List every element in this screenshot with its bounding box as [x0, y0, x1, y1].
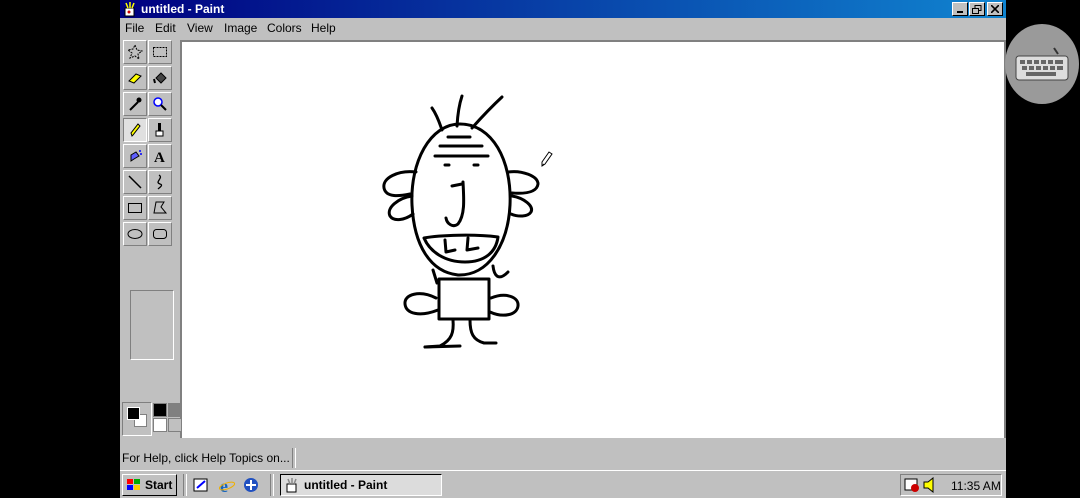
quicklaunch-internet-explorer[interactable]: e	[217, 475, 237, 495]
select-icon	[153, 47, 167, 57]
toolbox: A	[123, 40, 177, 390]
channels-icon	[244, 478, 258, 492]
tool-airbrush[interactable]	[123, 144, 147, 168]
menu-view[interactable]: View	[187, 21, 213, 35]
internet-explorer-icon: e	[218, 476, 236, 494]
color-palette	[120, 398, 1006, 438]
taskbar-clock[interactable]: 11:35 AM	[951, 479, 1001, 493]
close-icon	[991, 5, 999, 13]
palette-swatch-white[interactable]	[153, 418, 167, 432]
magnifier-icon	[153, 97, 167, 111]
polygon-icon	[153, 201, 168, 214]
tool-select[interactable]	[148, 40, 172, 64]
pencil-icon	[130, 123, 141, 137]
minimize-button[interactable]	[952, 2, 968, 16]
tool-free-form-select[interactable]	[123, 40, 147, 64]
line-icon	[128, 175, 142, 189]
palette-swatch-black[interactable]	[153, 403, 167, 417]
airbrush-icon	[130, 150, 142, 162]
paint-window: untitled - Paint File Edit View Image Co…	[120, 0, 1006, 470]
curve-icon	[157, 174, 163, 190]
restore-button[interactable]	[969, 2, 985, 16]
keyboard-icon	[1015, 47, 1069, 81]
eraser-icon	[128, 73, 142, 84]
tool-eraser[interactable]	[123, 66, 147, 90]
eyedropper-icon	[129, 97, 142, 111]
free-form-select-icon	[127, 44, 143, 60]
status-bar: For Help, click Help Topics on...	[120, 446, 1006, 470]
paint-task-icon	[286, 478, 297, 493]
tool-pick-color[interactable]	[123, 92, 147, 116]
drawing-doodle-figure	[382, 94, 540, 349]
system-tray: 11:35 AM	[900, 474, 1002, 496]
show-desktop-icon	[193, 478, 208, 492]
rounded-rectangle-icon	[153, 229, 167, 239]
menu-edit[interactable]: Edit	[155, 21, 176, 35]
start-button[interactable]: Start	[122, 474, 177, 496]
tool-brush[interactable]	[148, 118, 172, 142]
ellipse-icon	[127, 229, 143, 239]
quicklaunch-desktop[interactable]	[191, 475, 211, 495]
fill-bucket-icon	[153, 72, 167, 84]
text-a-icon: A	[154, 150, 165, 164]
title-bar[interactable]: untitled - Paint	[120, 0, 1006, 18]
menu-file[interactable]: File	[125, 21, 144, 35]
rectangle-icon	[128, 203, 142, 213]
status-help-text: For Help, click Help Topics on...	[122, 451, 290, 465]
menu-help[interactable]: Help	[311, 21, 336, 35]
tool-line[interactable]	[123, 170, 147, 194]
tool-magnifier[interactable]	[148, 92, 172, 116]
svg-text:A: A	[154, 150, 165, 164]
palette-swatch-silver[interactable]	[168, 418, 182, 432]
tool-ellipse[interactable]	[123, 222, 147, 246]
menu-colors[interactable]: Colors	[267, 21, 302, 35]
volume-speaker-icon[interactable]	[923, 477, 937, 493]
tool-rectangle[interactable]	[123, 196, 147, 220]
tray-scheduler-icon[interactable]	[904, 477, 922, 493]
quicklaunch-channels[interactable]	[241, 475, 261, 495]
tool-polygon[interactable]	[148, 196, 172, 220]
menu-bar: File Edit View Image Colors Help	[120, 18, 1006, 38]
restore-icon	[972, 4, 982, 14]
tool-text[interactable]: A	[148, 144, 172, 168]
tool-rounded-rectangle[interactable]	[148, 222, 172, 246]
canvas-area	[180, 40, 1006, 438]
tool-options-box[interactable]	[130, 290, 174, 360]
pencil-cursor-icon	[541, 151, 553, 167]
onscreen-keyboard-button[interactable]	[1005, 24, 1079, 104]
paint-app-icon	[124, 2, 135, 17]
taskbar-button-label: untitled - Paint	[304, 478, 388, 492]
palette-swatch-gray[interactable]	[168, 403, 182, 417]
minimize-icon	[957, 11, 963, 13]
foreground-color-swatch	[127, 407, 140, 420]
quicklaunch-divider	[183, 474, 187, 496]
taskbar-button-paint[interactable]: untitled - Paint	[280, 474, 442, 496]
tool-pencil[interactable]	[123, 118, 147, 142]
tool-fill-with-color[interactable]	[148, 66, 172, 90]
status-divider	[292, 448, 296, 468]
current-colors-selector[interactable]	[122, 402, 152, 436]
brush-icon	[155, 123, 164, 137]
window-title: untitled - Paint	[141, 2, 225, 16]
taskbar-divider	[270, 474, 274, 496]
start-label: Start	[145, 478, 173, 492]
drawing-canvas[interactable]	[182, 42, 1004, 438]
taskbar: Start e untitled - Paint 11:35 AM	[120, 470, 1006, 498]
tool-curve[interactable]	[148, 170, 172, 194]
windows-logo-icon	[127, 479, 140, 490]
close-button[interactable]	[987, 2, 1003, 16]
menu-image[interactable]: Image	[224, 21, 257, 35]
